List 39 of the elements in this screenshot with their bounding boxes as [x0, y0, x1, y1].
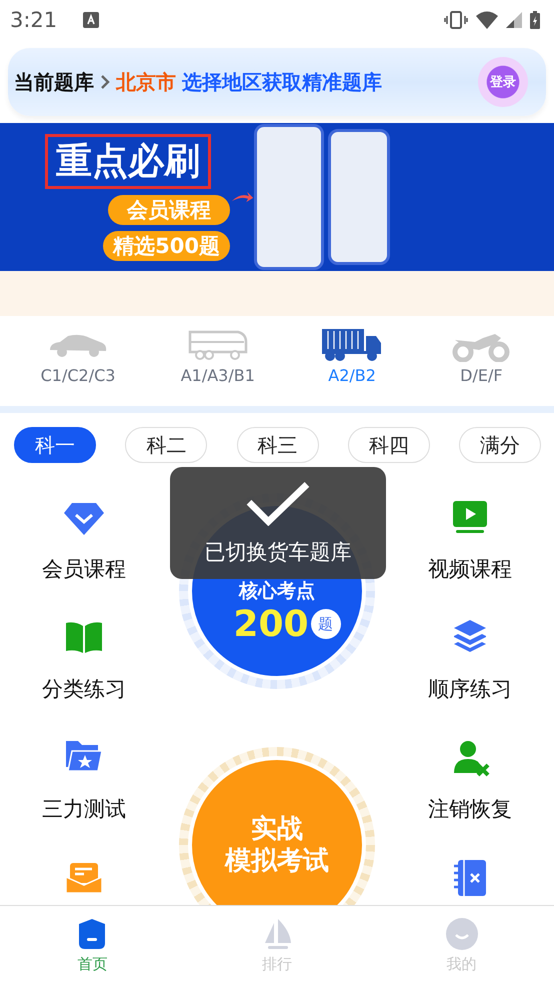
signal-icon: [506, 12, 522, 28]
key-points-title: 核心考点: [239, 578, 315, 604]
subject-tab[interactable]: 满分: [459, 427, 541, 463]
nav-tab[interactable]: 首页: [47, 916, 138, 974]
banner-tag: 精选500题: [103, 230, 230, 260]
question-bank-bar[interactable]: 当前题库 北京市 选择地区获取精准题库 登录: [8, 48, 546, 116]
banner-title: 重点必刷: [45, 134, 211, 188]
smiley-icon: [444, 916, 479, 950]
key-points-count: 200: [233, 604, 309, 644]
subject-tab[interactable]: 科一: [14, 427, 96, 463]
checkmark-icon: [246, 480, 310, 526]
region-prompt[interactable]: 选择地区获取精准题库: [182, 68, 382, 96]
chevron-icon: [100, 74, 110, 90]
toast-text: 已切换货车题库: [204, 539, 352, 566]
vehicle-tab[interactable]: A2/B2: [320, 328, 384, 406]
subject-tab[interactable]: 科三: [236, 427, 318, 463]
feature-label[interactable]: 三力测试: [42, 795, 126, 823]
vehicle-tab[interactable]: D/E/F: [449, 328, 514, 406]
feature-label[interactable]: 视频课程: [428, 555, 512, 583]
feature-label[interactable]: 会员课程: [42, 555, 126, 583]
subject-tab[interactable]: 科四: [348, 427, 430, 463]
feature-label[interactable]: 分类练习: [42, 675, 126, 703]
battery-icon: [530, 11, 540, 29]
promo-banner[interactable]: 重点必刷 会员课程 精选500题: [0, 123, 554, 271]
feature-label[interactable]: 顺序练习: [428, 675, 512, 703]
status-time: 3:21: [10, 8, 58, 32]
mock-exam-label: 实战: [251, 812, 303, 845]
bank-label: 当前题库: [14, 68, 94, 96]
wifi-icon: [476, 11, 498, 29]
login-button[interactable]: 登录: [478, 57, 528, 107]
feature-label[interactable]: 注销恢复: [428, 795, 512, 823]
vehicle-tab[interactable]: C1/C2/C3: [40, 328, 116, 406]
subject-tab[interactable]: 科二: [125, 427, 208, 463]
banner-tag: 会员课程: [108, 194, 230, 224]
mock-exam-label: 模拟考试: [225, 845, 329, 878]
vibrate-icon: [444, 11, 468, 29]
unit-badge: 题: [310, 609, 341, 639]
vehicle-tab[interactable]: A1/A3/B1: [180, 328, 255, 406]
keyboard-icon: [83, 12, 100, 28]
